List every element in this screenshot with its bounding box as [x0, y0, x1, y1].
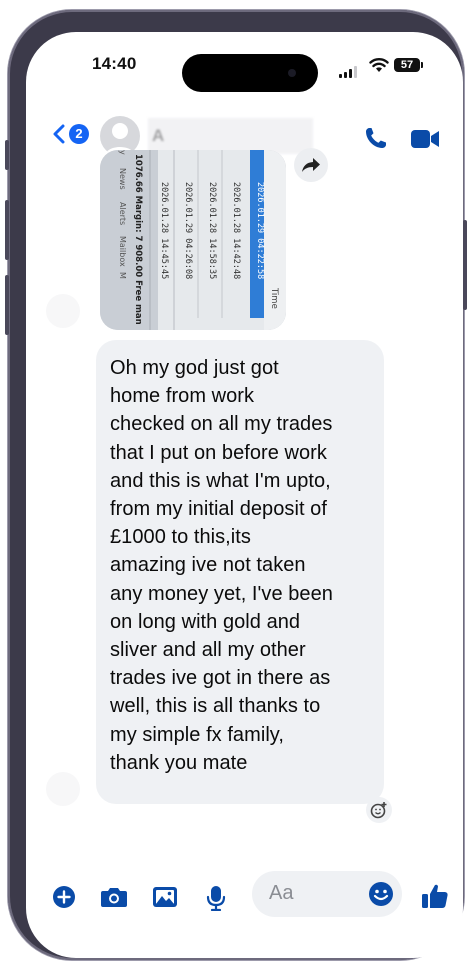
gallery-icon[interactable]: [152, 885, 178, 909]
forward-button[interactable]: [294, 148, 328, 182]
svg-text:News: News: [118, 168, 127, 190]
cellular-signal-icon: [339, 60, 359, 78]
photo-column-header: Time: [269, 287, 279, 309]
action-button: [5, 140, 9, 170]
contact-name[interactable]: A: [148, 118, 313, 154]
photo-footer: 1076.66 Margin: 7 908.00 Free man: [133, 154, 143, 325]
svg-text:y: y: [118, 150, 127, 155]
svg-text:Alerts: Alerts: [118, 202, 127, 225]
sender-avatar-placeholder: [46, 772, 80, 806]
plus-icon[interactable]: [52, 885, 76, 909]
message-input-placeholder: Aa: [269, 882, 294, 904]
trade-screenshot-photo[interactable]: 2026.01.29 04:22:58 2026.01.28 14:42:48 …: [100, 150, 286, 330]
add-reaction-icon: [370, 802, 387, 819]
message-input[interactable]: Aa: [252, 871, 402, 917]
video-camera-icon[interactable]: [410, 128, 440, 150]
microphone-icon[interactable]: [206, 885, 226, 911]
message-bubble[interactable]: Oh my god just got home from work checke…: [96, 340, 384, 804]
trade-history-image: 2026.01.29 04:22:58 2026.01.28 14:42:48 …: [100, 150, 286, 330]
phone-icon[interactable]: [364, 126, 388, 150]
power-button: [463, 220, 467, 310]
emoji-icon[interactable]: [368, 881, 394, 907]
unread-count-badge[interactable]: 2: [69, 124, 89, 144]
chevron-left-icon[interactable]: [52, 124, 66, 144]
thumbs-up-icon[interactable]: [421, 882, 449, 910]
battery-indicator: 57: [394, 58, 423, 72]
photo-row-2: 2026.01.28 14:42:48: [231, 182, 241, 279]
phone-screen: 14:40 57 2 A 2026.01.29 04:22:58 2026.01…: [26, 32, 463, 958]
sender-avatar-placeholder: [46, 294, 80, 328]
photo-row-4: 2026.01.29 04:26:08: [183, 182, 193, 279]
phone-frame: 14:40 57 2 A 2026.01.29 04:22:58 2026.01…: [5, 10, 467, 960]
wifi-icon: [369, 58, 389, 72]
add-reaction-button[interactable]: [366, 797, 392, 823]
volume-down-button: [5, 275, 9, 335]
dynamic-island: [182, 54, 318, 92]
message-text: Oh my god just got home from work checke…: [110, 357, 333, 774]
share-arrow-icon: [302, 158, 320, 172]
camera-icon[interactable]: [100, 885, 128, 909]
photo-row-1: 2026.01.29 04:22:58: [255, 182, 265, 279]
status-time: 14:40: [92, 54, 137, 73]
svg-text:M: M: [118, 272, 127, 279]
svg-text:Mailbox: Mailbox: [118, 236, 127, 267]
photo-row-3: 2026.01.28 14:58:35: [207, 182, 217, 279]
photo-row-5: 2026.01.28 14:45:45: [159, 182, 169, 279]
volume-up-button: [5, 200, 9, 260]
